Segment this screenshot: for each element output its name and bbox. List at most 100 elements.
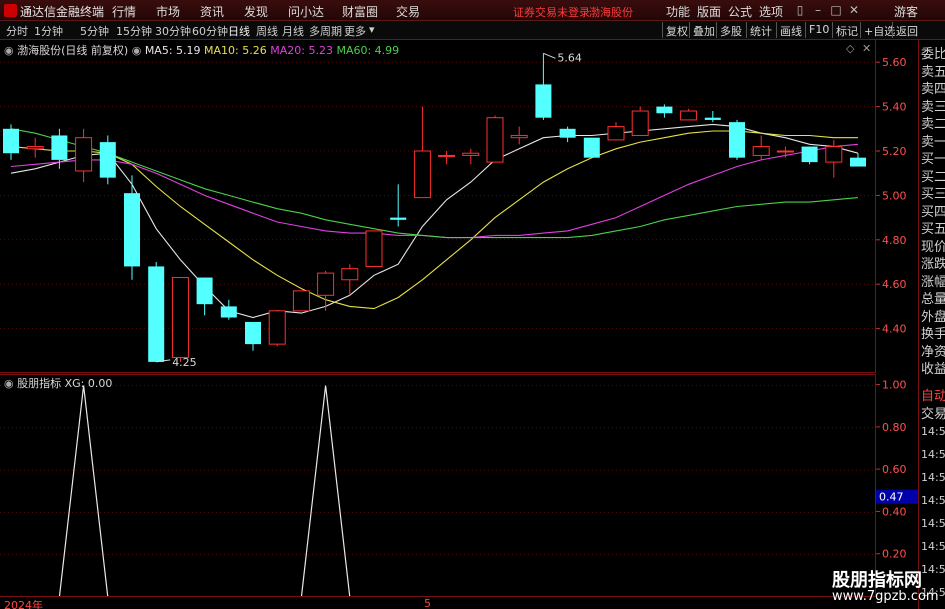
adjust-button[interactable]: 复权 <box>662 22 691 38</box>
indicator-axis-svg: 1.00 0.80 0.60 0.40 0.20 0.47 <box>876 379 918 561</box>
candle <box>510 126 528 145</box>
close-icon[interactable]: ✕ <box>862 42 871 55</box>
chevron-down-icon[interactable]: ▾ <box>369 23 375 36</box>
indicator-tick-label: 0.20 <box>882 548 907 561</box>
candle-body <box>292 290 310 312</box>
close-icon[interactable]: ✕ <box>847 3 861 17</box>
settings-icon[interactable]: ◉ <box>132 44 142 57</box>
statistics-button[interactable]: 统计 <box>746 22 775 38</box>
candle <box>220 299 237 320</box>
candle-body <box>438 154 456 157</box>
candle <box>413 106 431 199</box>
period-5min[interactable]: 5分钟 <box>80 23 109 39</box>
candle <box>196 277 213 316</box>
candle-body <box>75 137 93 172</box>
candle-body <box>607 126 625 141</box>
candle <box>559 126 576 143</box>
menu-quotes[interactable]: 行情 <box>112 3 136 20</box>
period-multi[interactable]: 多周期 <box>309 23 342 39</box>
period-60min[interactable]: 60分钟 <box>192 23 228 39</box>
price-chart-pane[interactable]: 5.64 4.25 <box>0 40 876 373</box>
period-intraday[interactable]: 分时 <box>6 23 28 39</box>
order-book-label: 买四 <box>921 204 945 220</box>
current-stock[interactable]: 渤海股份 <box>589 4 633 20</box>
order-book-label: 外盘 <box>921 309 945 325</box>
xg-line <box>11 385 858 597</box>
tick-time: 14:56 <box>921 425 945 438</box>
menu-bar: 通达信金融终端 行情 市场 资讯 发现 问小达 财富圈 交易 证券交易未登录 渤… <box>0 0 945 21</box>
indicator-pane[interactable] <box>0 374 876 597</box>
minimize-icon[interactable]: – <box>811 3 825 17</box>
draw-line-button[interactable]: 画线 <box>776 22 805 38</box>
menu-discover[interactable]: 发现 <box>244 3 268 20</box>
settings-icon[interactable]: ◇ <box>846 42 854 55</box>
guest-login[interactable]: 游客 <box>894 3 918 20</box>
order-book-label: 买三 <box>921 187 945 202</box>
tick-time: 14:56 <box>921 471 945 484</box>
menu-formula[interactable]: 公式 <box>728 3 752 20</box>
period-more[interactable]: 更多 <box>344 23 366 39</box>
period-15min[interactable]: 15分钟 <box>116 23 152 39</box>
indicator-chart[interactable] <box>0 375 876 597</box>
price-tick-label: 5.60 <box>882 56 907 69</box>
indicator-line <box>11 385 858 597</box>
toggle-icon[interactable]: ◉ <box>4 377 14 390</box>
back-button[interactable]: 返回 <box>892 22 921 38</box>
indicator-value-label: 0.47 <box>879 491 904 504</box>
mark-button[interactable]: 标记 <box>832 22 861 38</box>
app-logo-icon <box>4 4 17 17</box>
candle-body <box>583 137 600 158</box>
order-book-label: 卖三 <box>921 99 945 115</box>
candle-body <box>462 152 480 156</box>
tick-time: 14:56 <box>921 540 945 553</box>
candle <box>99 135 116 185</box>
candle-body <box>776 150 794 153</box>
order-book-label: 卖二 <box>921 117 945 132</box>
period-30min[interactable]: 30分钟 <box>155 23 191 39</box>
menu-function[interactable]: 功能 <box>666 3 690 20</box>
maximize-icon[interactable]: □ <box>829 3 843 17</box>
menu-options[interactable]: 选项 <box>759 3 783 20</box>
menu-market[interactable]: 市场 <box>156 3 180 20</box>
candlestick-chart[interactable]: 5.64 4.25 <box>0 40 876 373</box>
candle-body <box>801 146 818 163</box>
tab-auto[interactable]: 自动 <box>921 385 945 404</box>
tick-time: 14:56 <box>921 517 945 530</box>
login-status[interactable]: 证券交易未登录 <box>513 4 590 20</box>
toggle-icon[interactable]: ◉ <box>4 44 14 57</box>
candle-body <box>196 277 213 305</box>
candle-body <box>124 193 140 267</box>
multi-stock-button[interactable]: 多股 <box>716 22 745 38</box>
indicator-tick-label: 1.00 <box>882 379 907 392</box>
price-tick-label: 5.40 <box>882 101 907 114</box>
tick-time: 14:56 <box>921 494 945 507</box>
menu-layout[interactable]: 版面 <box>697 3 721 20</box>
period-weekly[interactable]: 周线 <box>256 23 278 39</box>
overlay-button[interactable]: 叠加 <box>689 22 718 38</box>
candle-body <box>341 268 359 281</box>
menu-trade[interactable]: 交易 <box>396 3 420 20</box>
tick-time: 14:56 <box>921 448 945 461</box>
period-monthly[interactable]: 月线 <box>282 23 304 39</box>
candle <box>535 53 552 120</box>
candle-body <box>148 266 165 362</box>
period-daily[interactable]: 日线 <box>228 23 250 39</box>
tab-trade[interactable]: 交易 <box>921 403 945 422</box>
restore-icon[interactable]: ▯ <box>793 3 807 17</box>
order-book-label: 涨幅 <box>921 274 945 290</box>
order-book-label: 换手 <box>921 327 945 342</box>
period-1min[interactable]: 1分钟 <box>34 23 63 39</box>
time-axis-mid: 5 <box>424 597 431 609</box>
menu-wealth[interactable]: 财富圈 <box>342 3 378 20</box>
price-tick-label: 4.60 <box>882 278 907 291</box>
candle <box>729 119 745 160</box>
f10-button[interactable]: F10 <box>805 22 832 38</box>
candle <box>486 115 504 163</box>
price-tick-label: 5.00 <box>882 189 907 202</box>
candle-body <box>413 150 431 199</box>
main-legend: ◉ 渤海股份(日线 前复权) ◉ MA5: 5.19 MA10: 5.26 MA… <box>4 42 399 58</box>
candle <box>704 111 721 123</box>
menu-news[interactable]: 资讯 <box>200 3 224 20</box>
price-tick-label: 4.40 <box>882 323 907 336</box>
menu-ask[interactable]: 问小达 <box>288 3 324 20</box>
